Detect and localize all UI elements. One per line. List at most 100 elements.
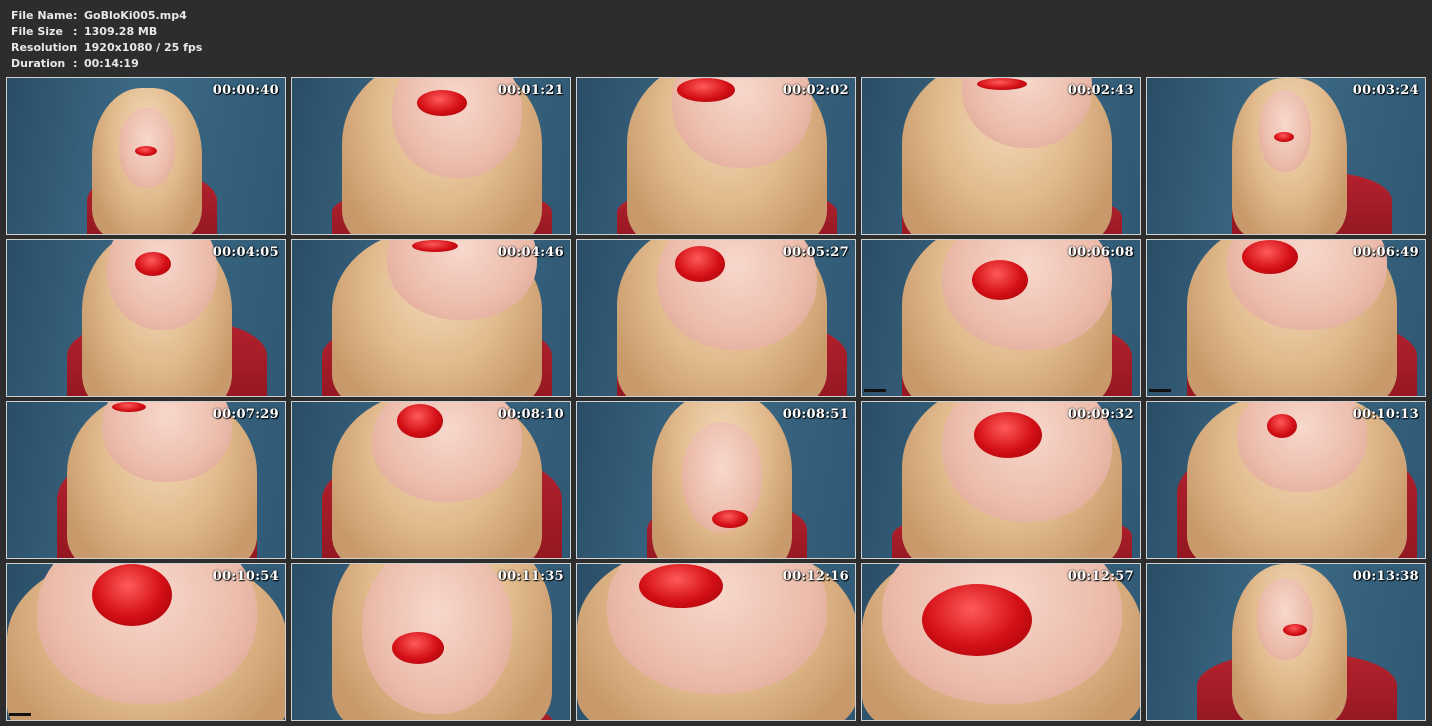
video-thumbnail: 00:09:32 (861, 401, 1141, 559)
video-thumbnail: 00:08:51 (576, 401, 856, 559)
timestamp-label: 00:00:40 (212, 83, 279, 98)
timestamp-label: 00:06:08 (1067, 245, 1134, 260)
red-lips (1242, 240, 1298, 274)
thumbnail-image (577, 402, 855, 558)
thumbnail-image (862, 402, 1140, 558)
red-lips (675, 246, 725, 282)
timestamp-label: 00:08:10 (497, 407, 564, 422)
timestamp-label: 00:07:29 (212, 407, 279, 422)
red-lips (112, 402, 146, 412)
red-lips (392, 632, 444, 664)
thumbnail-image (577, 240, 855, 396)
video-thumbnail: 00:10:13 (1146, 401, 1426, 559)
video-thumbnail: 00:03:24 (1146, 77, 1426, 235)
red-lips (1283, 624, 1307, 636)
thumbnail-image (1147, 402, 1425, 558)
progress-marker (864, 389, 886, 392)
timestamp-label: 00:11:35 (497, 569, 564, 584)
red-lips (712, 510, 748, 528)
thumbnail-image (292, 402, 570, 558)
red-lips (922, 584, 1032, 656)
thumbnail-image (292, 78, 570, 234)
timestamp-label: 00:13:38 (1352, 569, 1419, 584)
timestamp-label: 00:08:51 (782, 407, 849, 422)
video-thumbnail: 00:12:16 (576, 563, 856, 721)
file-size-row: File Size : 1309.28 MB (11, 24, 202, 40)
separator: : (73, 9, 78, 22)
file-name-row: File Name : GoBloKi005.mp4 (11, 8, 202, 24)
timestamp-label: 00:03:24 (1352, 83, 1419, 98)
red-lips (972, 260, 1028, 300)
progress-marker (9, 713, 31, 716)
timestamp-label: 00:02:02 (782, 83, 849, 98)
timestamp-label: 00:10:13 (1352, 407, 1419, 422)
red-lips (135, 146, 157, 156)
thumbnail-image (7, 402, 285, 558)
timestamp-label: 00:12:16 (782, 569, 849, 584)
resolution-row: Resolution : 1920x1080 / 25 fps (11, 40, 202, 56)
face (1259, 90, 1311, 172)
video-thumbnail: 00:12:57 (861, 563, 1141, 721)
video-thumbnail: 00:11:35 (291, 563, 571, 721)
thumbnail-image (292, 564, 570, 720)
progress-marker (1149, 389, 1171, 392)
video-thumbnail: 00:05:27 (576, 239, 856, 397)
red-lips (639, 564, 723, 608)
red-lips (1274, 132, 1294, 142)
video-thumbnail: 00:06:08 (861, 239, 1141, 397)
file-name-label: File Name (11, 9, 73, 22)
video-thumbnail: 00:13:38 (1146, 563, 1426, 721)
file-size-label: File Size (11, 25, 63, 38)
video-thumbnail: 00:02:43 (861, 77, 1141, 235)
red-lips (977, 78, 1027, 90)
face (1257, 578, 1313, 660)
duration-label: Duration (11, 57, 66, 70)
thumbnail-image (1147, 78, 1425, 234)
red-lips (1267, 414, 1297, 438)
separator: : (73, 41, 78, 54)
thumbnail-image (862, 78, 1140, 234)
duration-row: Duration : 00:14:19 (11, 56, 202, 72)
file-info-panel: File Name : GoBloKi005.mp4 File Size : 1… (11, 8, 202, 72)
duration-value: 00:14:19 (84, 57, 139, 70)
video-thumbnail: 00:02:02 (576, 77, 856, 235)
timestamp-label: 00:10:54 (212, 569, 279, 584)
red-lips (397, 404, 443, 438)
video-thumbnail: 00:00:40 (6, 77, 286, 235)
resolution-label: Resolution (11, 41, 78, 54)
file-name-value: GoBloKi005.mp4 (84, 9, 187, 22)
thumbnail-image (862, 564, 1140, 720)
thumbnail-image (1147, 564, 1425, 720)
thumbnail-image (577, 78, 855, 234)
separator: : (73, 57, 78, 70)
timestamp-label: 00:01:21 (497, 83, 564, 98)
thumbnail-image (7, 564, 285, 720)
timestamp-label: 00:09:32 (1067, 407, 1134, 422)
red-lips (92, 564, 172, 626)
red-lips (974, 412, 1042, 458)
timestamp-label: 00:02:43 (1067, 83, 1134, 98)
red-lips (135, 252, 171, 276)
resolution-value: 1920x1080 / 25 fps (84, 41, 203, 54)
video-thumbnail: 00:07:29 (6, 401, 286, 559)
timestamp-label: 00:12:57 (1067, 569, 1134, 584)
red-lips (412, 240, 458, 252)
thumbnail-image (7, 240, 285, 396)
red-lips (677, 78, 735, 102)
timestamp-label: 00:06:49 (1352, 245, 1419, 260)
thumbnail-image (7, 78, 285, 234)
video-thumbnail: 00:04:46 (291, 239, 571, 397)
timestamp-label: 00:04:46 (497, 245, 564, 260)
red-lips (417, 90, 467, 116)
thumbnail-image (862, 240, 1140, 396)
thumbnail-image (577, 564, 855, 720)
thumbnail-grid: 00:00:40 00:01:21 00:02:02 00:02:43 00:03:24… (6, 77, 1426, 721)
video-thumbnail: 00:10:54 (6, 563, 286, 721)
video-thumbnail: 00:06:49 (1146, 239, 1426, 397)
thumbnail-image (1147, 240, 1425, 396)
thumbnail-image (292, 240, 570, 396)
file-size-value: 1309.28 MB (84, 25, 158, 38)
separator: : (73, 25, 78, 38)
video-thumbnail: 00:08:10 (291, 401, 571, 559)
timestamp-label: 00:04:05 (212, 245, 279, 260)
